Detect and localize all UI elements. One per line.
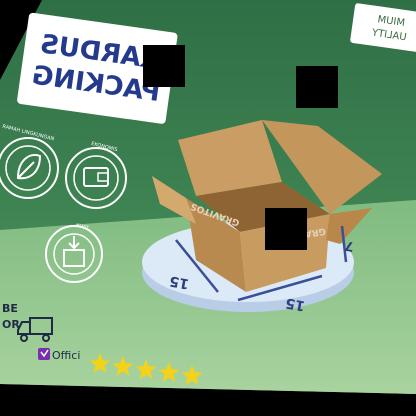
official-logo-icon [38,348,50,360]
redaction-block-3 [265,208,307,250]
dimension-width: 15 [284,294,306,313]
product-card-image: KARDUS PACKING MIUM UALITY RAMAH LINGKUN… [0,0,416,394]
official-text: Offici [52,349,80,362]
redaction-block-1 [143,45,185,87]
redaction-block-2 [296,66,338,108]
official-badge: Offici [38,348,80,362]
shipping-text-top: BE [2,302,18,315]
dimension-length: 15 [168,272,190,291]
